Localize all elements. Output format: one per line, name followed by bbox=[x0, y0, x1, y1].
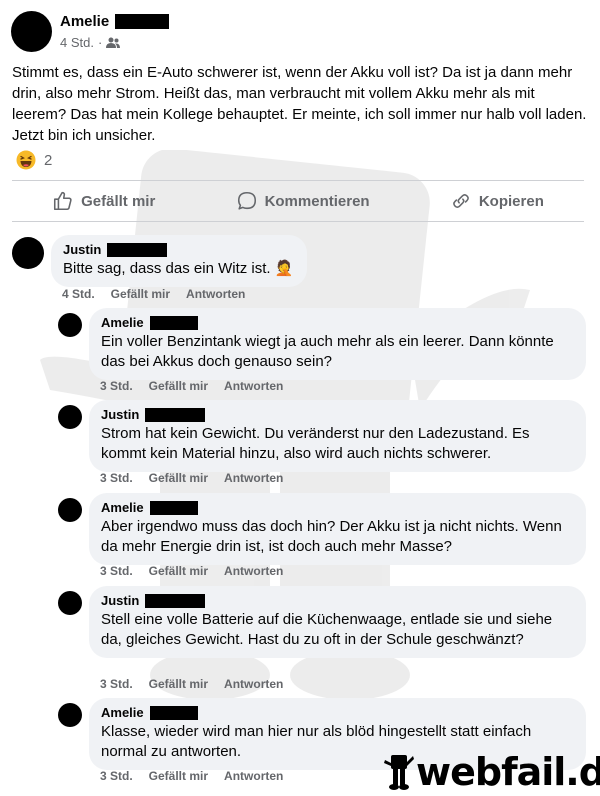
comment-label: Kommentieren bbox=[264, 192, 370, 210]
friends-icon bbox=[106, 37, 121, 48]
redaction-bar bbox=[149, 316, 198, 330]
comment-like-button[interactable]: Gefällt mir bbox=[149, 769, 208, 783]
thumbs-up-icon bbox=[54, 191, 72, 211]
comment-bubble: Amelie Aber irgendwo muss das doch hin? … bbox=[89, 493, 586, 565]
post-author-name[interactable]: Amelie bbox=[60, 13, 109, 30]
comment-time[interactable]: 3 Std. bbox=[100, 677, 133, 691]
avatar[interactable] bbox=[58, 405, 82, 429]
webfail-watermark: webfail.de bbox=[384, 752, 600, 792]
avatar[interactable] bbox=[58, 498, 82, 522]
comment-actions: 4 Std. Gefällt mir Antworten bbox=[62, 287, 261, 301]
comment-bubble-icon bbox=[237, 191, 256, 210]
redaction-bar bbox=[107, 243, 168, 257]
comment-time[interactable]: 3 Std. bbox=[100, 769, 133, 783]
comment-author[interactable]: Justin bbox=[101, 593, 574, 609]
comment-text: Stell eine volle Batterie auf die Küchen… bbox=[101, 611, 553, 648]
comment-reply-button[interactable]: Antworten bbox=[224, 379, 283, 393]
reaction-summary[interactable]: 2 bbox=[16, 150, 52, 170]
link-icon bbox=[452, 194, 469, 208]
webfail-text: webfail.de bbox=[416, 750, 600, 794]
author-line: Amelie bbox=[60, 13, 170, 30]
comment-bubble: Amelie Ein voller Benzintank wiegt ja au… bbox=[89, 308, 586, 380]
comment-like-button[interactable]: Gefällt mir bbox=[149, 677, 208, 691]
comment-time[interactable]: 3 Std. bbox=[100, 379, 133, 393]
like-label: Gefällt mir bbox=[81, 192, 156, 210]
redaction-bar bbox=[145, 408, 206, 422]
comment-actions: 3 Std. Gefällt mir Antworten bbox=[100, 769, 299, 783]
redaction-bar bbox=[149, 501, 198, 515]
comment-actions: 3 Std. Gefällt mir Antworten bbox=[100, 564, 299, 578]
comment-like-button[interactable]: Gefällt mir bbox=[149, 471, 208, 485]
avatar[interactable] bbox=[58, 313, 82, 337]
comment-author[interactable]: Amelie bbox=[101, 315, 574, 331]
comment-reply-button[interactable]: Antworten bbox=[224, 677, 283, 691]
comment-actions: 3 Std. Gefällt mir Antworten bbox=[100, 677, 299, 691]
comment-text: Aber irgendwo muss das doch hin? Der Akk… bbox=[101, 518, 562, 555]
post-header: Amelie 4 Std. · bbox=[11, 11, 170, 52]
webfail-figure-icon bbox=[384, 755, 414, 790]
copy-label: Kopieren bbox=[478, 192, 544, 210]
comment-time[interactable]: 3 Std. bbox=[100, 564, 133, 578]
post-timestamp[interactable]: 4 Std. bbox=[60, 35, 94, 50]
avatar[interactable] bbox=[12, 237, 44, 269]
comment-time[interactable]: 3 Std. bbox=[100, 471, 133, 485]
comment-text: Ein voller Benzintank wiegt ja auch mehr… bbox=[101, 333, 554, 370]
comment-bubble: Justin Stell eine volle Batterie auf die… bbox=[89, 586, 586, 658]
comment-author[interactable]: Justin bbox=[63, 242, 295, 258]
comment-author[interactable]: Amelie bbox=[101, 500, 574, 516]
avatar[interactable] bbox=[58, 591, 82, 615]
comment-reply-button[interactable]: Antworten bbox=[224, 769, 283, 783]
comment-author[interactable]: Amelie bbox=[101, 705, 574, 721]
comment-bubble: Justin Bitte sag, dass das ein Witz ist.… bbox=[51, 235, 307, 287]
comment-actions: 3 Std. Gefällt mir Antworten bbox=[100, 471, 299, 485]
meta-separator: · bbox=[97, 35, 103, 50]
comment-reply-button[interactable]: Antworten bbox=[224, 564, 283, 578]
comment-button[interactable]: Kommentieren bbox=[236, 190, 370, 212]
like-button[interactable]: Gefällt mir bbox=[52, 190, 155, 212]
post-meta: Amelie 4 Std. · bbox=[60, 13, 170, 50]
comment-bubble: Justin Strom hat kein Gewicht. Du veränd… bbox=[89, 400, 586, 472]
post-body-text: Stimmt es, dass ein E-Auto schwerer ist,… bbox=[12, 64, 587, 144]
comment-author[interactable]: Justin bbox=[101, 407, 574, 423]
comment-reply-button[interactable]: Antworten bbox=[186, 287, 245, 301]
comment-reply-button[interactable]: Antworten bbox=[224, 471, 283, 485]
redaction-bar bbox=[149, 706, 198, 720]
comment-time[interactable]: 4 Std. bbox=[62, 287, 95, 301]
haha-emoji-icon bbox=[16, 150, 36, 170]
copy-button[interactable]: Kopieren bbox=[450, 190, 544, 212]
redaction-bar bbox=[145, 594, 206, 608]
reaction-count: 2 bbox=[44, 151, 53, 169]
comment-actions: 3 Std. Gefällt mir Antworten bbox=[100, 379, 299, 393]
action-bar: Gefällt mir Kommentieren Kopieren bbox=[12, 180, 584, 222]
comment-like-button[interactable]: Gefällt mir bbox=[149, 564, 208, 578]
avatar[interactable] bbox=[11, 11, 52, 52]
comment-like-button[interactable]: Gefällt mir bbox=[149, 379, 208, 393]
comment-text: Bitte sag, dass das ein Witz ist. 🤦 bbox=[63, 260, 294, 277]
post-meta-line: 4 Std. · bbox=[60, 35, 169, 50]
avatar[interactable] bbox=[58, 703, 82, 727]
comment-text: Strom hat kein Gewicht. Du veränderst nu… bbox=[101, 425, 530, 462]
redaction-bar bbox=[115, 14, 170, 29]
comment-like-button[interactable]: Gefällt mir bbox=[111, 287, 170, 301]
